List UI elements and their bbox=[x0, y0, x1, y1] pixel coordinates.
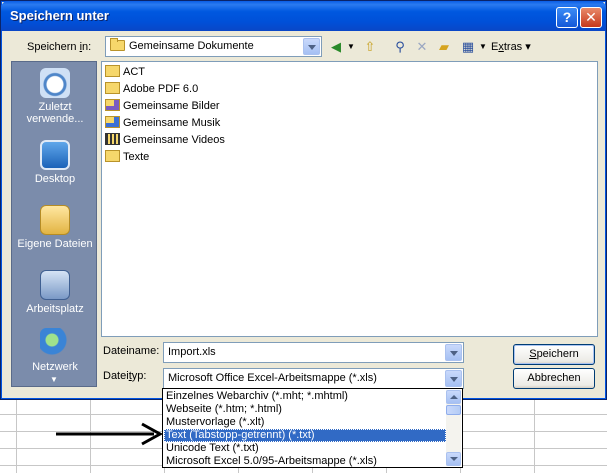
dropdown-option[interactable]: Webseite (*.htm; *.html) bbox=[164, 403, 446, 416]
scroll-down-icon[interactable] bbox=[446, 452, 461, 466]
place-label: Desktop bbox=[34, 173, 76, 185]
scroll-thumb[interactable] bbox=[446, 405, 461, 415]
save-button[interactable]: Speichern bbox=[513, 344, 595, 365]
filetype-dropdown-list[interactable]: Einzelnes Webarchiv (*.mht; *.mhtml) Web… bbox=[162, 388, 463, 468]
place-network[interactable]: Netzwerk bbox=[12, 328, 98, 373]
filename-value: Import.xls bbox=[168, 346, 216, 358]
views-dropdown-icon[interactable]: ▼ bbox=[479, 38, 487, 56]
list-item[interactable]: Gemeinsame Musik bbox=[105, 115, 220, 132]
save-in-label: Speichern in: bbox=[27, 41, 92, 53]
file-list[interactable]: ACT Adobe PDF 6.0 Gemeinsame Bilder Geme… bbox=[101, 61, 598, 337]
filetype-label: Dateityp: bbox=[103, 370, 147, 382]
up-one-level-icon[interactable]: ⇧ bbox=[361, 38, 379, 56]
title-bar[interactable]: Speichern unter ? ✕ bbox=[1, 1, 606, 31]
my-computer-icon bbox=[40, 270, 70, 300]
tools-menu[interactable]: Extras ▾ bbox=[491, 40, 531, 53]
place-label: Eigene Dateien bbox=[17, 238, 93, 250]
place-label: Arbeitsplatz bbox=[26, 303, 84, 315]
delete-icon[interactable]: ✕ bbox=[413, 38, 431, 56]
dropdown-option[interactable]: Mustervorlage (*.xlt) bbox=[164, 416, 446, 429]
scroll-up-icon[interactable] bbox=[446, 390, 461, 404]
shared-pictures-folder-icon bbox=[105, 99, 120, 111]
place-recent[interactable]: Zuletzt verwende... bbox=[12, 68, 98, 125]
shared-videos-folder-icon bbox=[105, 133, 120, 145]
filetype-value: Microsoft Office Excel-Arbeitsmappe (*.x… bbox=[168, 372, 377, 384]
recent-documents-icon bbox=[40, 68, 70, 98]
new-folder-icon[interactable]: ▰ bbox=[435, 38, 453, 56]
list-item[interactable]: Texte bbox=[105, 149, 149, 166]
place-desktop[interactable]: Desktop bbox=[12, 140, 98, 185]
places-scroll-down-icon[interactable]: ▼ bbox=[50, 375, 58, 384]
folder-icon bbox=[105, 150, 120, 162]
close-button[interactable]: ✕ bbox=[580, 7, 602, 28]
dropdown-option[interactable]: Einzelnes Webarchiv (*.mht; *.mhtml) bbox=[164, 390, 446, 403]
dialog-title: Speichern unter bbox=[10, 8, 109, 23]
place-label: Netzwerk bbox=[32, 361, 78, 373]
list-item[interactable]: Gemeinsame Bilder bbox=[105, 98, 220, 115]
help-button[interactable]: ? bbox=[556, 7, 578, 28]
place-my-documents[interactable]: Eigene Dateien bbox=[12, 205, 98, 250]
save-in-value: Gemeinsame Dokumente bbox=[129, 40, 254, 52]
places-bar: Zuletzt verwende... Desktop Eigene Datei… bbox=[11, 61, 97, 387]
search-web-icon[interactable]: ⚲ bbox=[391, 38, 409, 56]
network-icon bbox=[40, 328, 70, 358]
dropdown-scrollbar[interactable] bbox=[446, 390, 461, 466]
chevron-down-icon[interactable] bbox=[445, 370, 462, 387]
filename-field[interactable]: Import.xls bbox=[163, 342, 464, 363]
chevron-down-icon[interactable] bbox=[303, 38, 320, 55]
dropdown-option[interactable]: Unicode Text (*.txt) bbox=[164, 442, 446, 455]
list-item[interactable]: ACT bbox=[105, 64, 145, 81]
shared-music-folder-icon bbox=[105, 116, 120, 128]
my-documents-icon bbox=[40, 205, 70, 235]
place-my-computer[interactable]: Arbeitsplatz bbox=[12, 270, 98, 315]
place-label: Zuletzt verwende... bbox=[26, 101, 84, 125]
dropdown-option-selected[interactable]: Text (Tabstopp-getrennt) (*.txt) bbox=[164, 429, 446, 442]
annotation-arrow-icon bbox=[56, 422, 164, 446]
folder-icon bbox=[105, 82, 120, 94]
desktop-icon bbox=[40, 140, 70, 170]
filetype-select[interactable]: Microsoft Office Excel-Arbeitsmappe (*.x… bbox=[163, 368, 464, 389]
back-dropdown-icon[interactable]: ▼ bbox=[347, 38, 355, 56]
filename-label: Dateiname: bbox=[103, 345, 160, 357]
cancel-button[interactable]: Abbrechen bbox=[513, 368, 595, 389]
list-item[interactable]: Adobe PDF 6.0 bbox=[105, 81, 198, 98]
save-as-dialog: Speichern unter ? ✕ Speichern in: Gemein… bbox=[0, 0, 607, 400]
chevron-down-icon[interactable] bbox=[445, 344, 462, 361]
views-icon[interactable]: ▦ bbox=[459, 38, 477, 56]
dropdown-option[interactable]: Microsoft Excel 5.0/95-Arbeitsmappe (*.x… bbox=[164, 455, 446, 468]
back-arrow-icon[interactable]: ◀ bbox=[327, 38, 345, 56]
folder-icon bbox=[110, 38, 125, 51]
list-item[interactable]: Gemeinsame Videos bbox=[105, 132, 225, 149]
folder-icon bbox=[105, 65, 120, 77]
save-in-combo[interactable]: Gemeinsame Dokumente bbox=[105, 36, 322, 57]
